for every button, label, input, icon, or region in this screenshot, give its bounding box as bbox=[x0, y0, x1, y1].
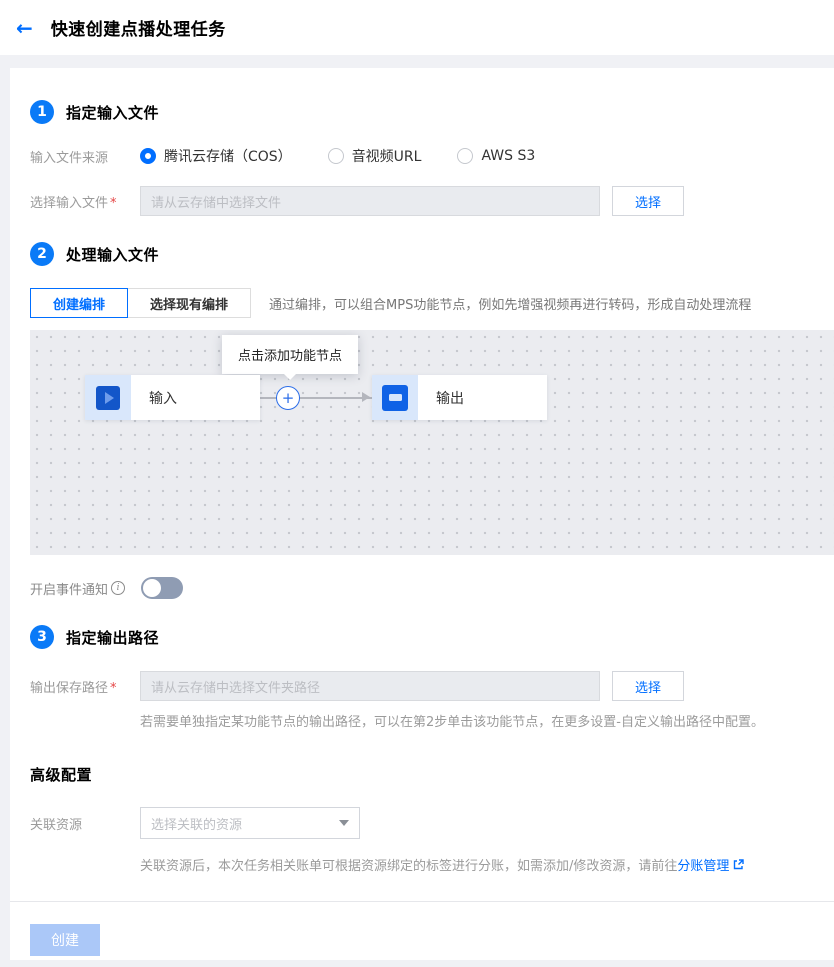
chevron-down-icon bbox=[339, 820, 349, 826]
linked-resource-placeholder: 选择关联的资源 bbox=[151, 817, 243, 833]
required-mark: * bbox=[110, 680, 117, 696]
step3-title: 指定输出路径 bbox=[66, 628, 160, 647]
add-node-tooltip: 点击添加功能节点 bbox=[222, 335, 359, 380]
event-notify-label: 开启事件通知 bbox=[30, 582, 109, 598]
hint-text: 关联资源后，本次任务相关账单可根据资源绑定的标签进行分账，如需添加/修改资源，请… bbox=[140, 859, 678, 874]
step2-number-badge: 2 bbox=[30, 242, 54, 266]
input-file-row: 选择输入文件 * 请从云存储中选择文件 选择 bbox=[30, 186, 834, 216]
advanced-config-title: 高级配置 bbox=[30, 766, 93, 784]
input-node[interactable]: 输入 bbox=[85, 375, 260, 420]
radio-unselected-icon[interactable] bbox=[327, 148, 344, 164]
radio-aws-s3[interactable]: AWS S3 bbox=[457, 148, 535, 164]
step3-header: 3 指定输出路径 bbox=[30, 625, 834, 649]
back-arrow-icon[interactable]: ← bbox=[16, 18, 33, 38]
orchestration-hint: 通过编排，可以组合MPS功能节点，例如先增强视频再进行转码，形成自动处理流程 bbox=[269, 297, 752, 313]
input-node-iconbox bbox=[85, 375, 131, 420]
input-source-row: 输入文件来源 腾讯云存储（COS） 音视频URL AWS S3 bbox=[30, 146, 834, 166]
input-file-label-text: 选择输入文件 bbox=[30, 195, 109, 211]
step2-title: 处理输入文件 bbox=[66, 245, 160, 264]
add-function-node-button[interactable]: + bbox=[276, 386, 300, 410]
footer: 创建 bbox=[30, 902, 834, 967]
billing-management-link[interactable]: 分账管理 bbox=[677, 859, 729, 874]
radio-selected-icon[interactable] bbox=[140, 148, 156, 164]
tab-create-orchestration[interactable]: 创建编排 bbox=[30, 288, 129, 318]
output-node-iconbox bbox=[372, 375, 418, 420]
output-path-label: 输出保存路径 * bbox=[30, 677, 140, 696]
step1-title: 指定输入文件 bbox=[66, 103, 160, 122]
radio-aws-s3-label: AWS S3 bbox=[481, 148, 536, 164]
external-link-icon[interactable] bbox=[732, 858, 745, 875]
page-title: 快速创建点播处理任务 bbox=[50, 20, 226, 40]
orchestration-tabs: 创建编排 选择现有编排 通过编排，可以组合MPS功能节点，例如先增强视频再进行转… bbox=[30, 288, 834, 318]
play-icon bbox=[96, 385, 120, 410]
step1-number-badge: 1 bbox=[30, 100, 54, 124]
info-icon[interactable]: i bbox=[111, 581, 126, 595]
input-file-select-button[interactable]: 选择 bbox=[612, 186, 684, 216]
main-card: 1 指定输入文件 输入文件来源 腾讯云存储（COS） 音视频URL AWS S3… bbox=[10, 68, 834, 960]
linked-resource-select[interactable]: 选择关联的资源 bbox=[140, 807, 360, 839]
output-path-field[interactable]: 请从云存储中选择文件夹路径 bbox=[140, 671, 600, 701]
required-mark: * bbox=[110, 195, 117, 211]
linked-resource-hint: 关联资源后，本次任务相关账单可根据资源绑定的标签进行分账，如需添加/修改资源，请… bbox=[140, 855, 834, 875]
orchestration-canvas[interactable]: 点击添加功能节点 输入 + 输出 bbox=[30, 330, 834, 555]
step1-header: 1 指定输入文件 bbox=[30, 100, 834, 124]
input-file-label: 选择输入文件 * bbox=[30, 192, 140, 211]
input-source-radio-group: 腾讯云存储（COS） 音视频URL AWS S3 bbox=[140, 146, 535, 166]
linked-resource-label: 关联资源 bbox=[30, 817, 83, 833]
output-node-label: 输出 bbox=[436, 390, 464, 407]
step2-header: 2 处理输入文件 bbox=[30, 242, 834, 266]
page-background: 1 指定输入文件 输入文件来源 腾讯云存储（COS） 音视频URL AWS S3… bbox=[0, 55, 834, 967]
input-file-field[interactable]: 请从云存储中选择文件 bbox=[140, 186, 600, 216]
output-path-label-text: 输出保存路径 bbox=[30, 680, 109, 696]
tab-select-existing-orchestration[interactable]: 选择现有编排 bbox=[128, 288, 252, 318]
input-node-label: 输入 bbox=[149, 390, 177, 407]
toggle-knob bbox=[143, 579, 162, 597]
radio-av-url-label: 音视频URL bbox=[351, 149, 422, 165]
output-path-row: 输出保存路径 * 请从云存储中选择文件夹路径 选择 bbox=[30, 671, 834, 701]
output-path-hint: 若需要单独指定某功能节点的输出路径，可以在第2步单击该功能节点，在更多设置-自定… bbox=[140, 715, 764, 730]
output-node[interactable]: 输出 bbox=[372, 375, 547, 420]
top-bar: ← 快速创建点播处理任务 bbox=[0, 0, 834, 55]
radio-cos-label: 腾讯云存储（COS） bbox=[164, 149, 292, 165]
output-path-select-button[interactable]: 选择 bbox=[612, 671, 684, 701]
connector-arrow-icon bbox=[362, 392, 370, 402]
radio-unselected-icon[interactable] bbox=[457, 148, 474, 164]
create-button[interactable]: 创建 bbox=[30, 924, 100, 956]
step3-number-badge: 3 bbox=[30, 625, 54, 649]
linked-resource-row: 关联资源 选择关联的资源 bbox=[30, 807, 834, 839]
output-icon bbox=[382, 384, 408, 411]
input-source-label: 输入文件来源 bbox=[30, 150, 109, 166]
radio-av-url[interactable]: 音视频URL bbox=[327, 146, 422, 166]
event-notify-row: 开启事件通知 i bbox=[30, 577, 834, 599]
event-notify-toggle[interactable] bbox=[141, 577, 184, 599]
radio-cos[interactable]: 腾讯云存储（COS） bbox=[140, 146, 292, 166]
